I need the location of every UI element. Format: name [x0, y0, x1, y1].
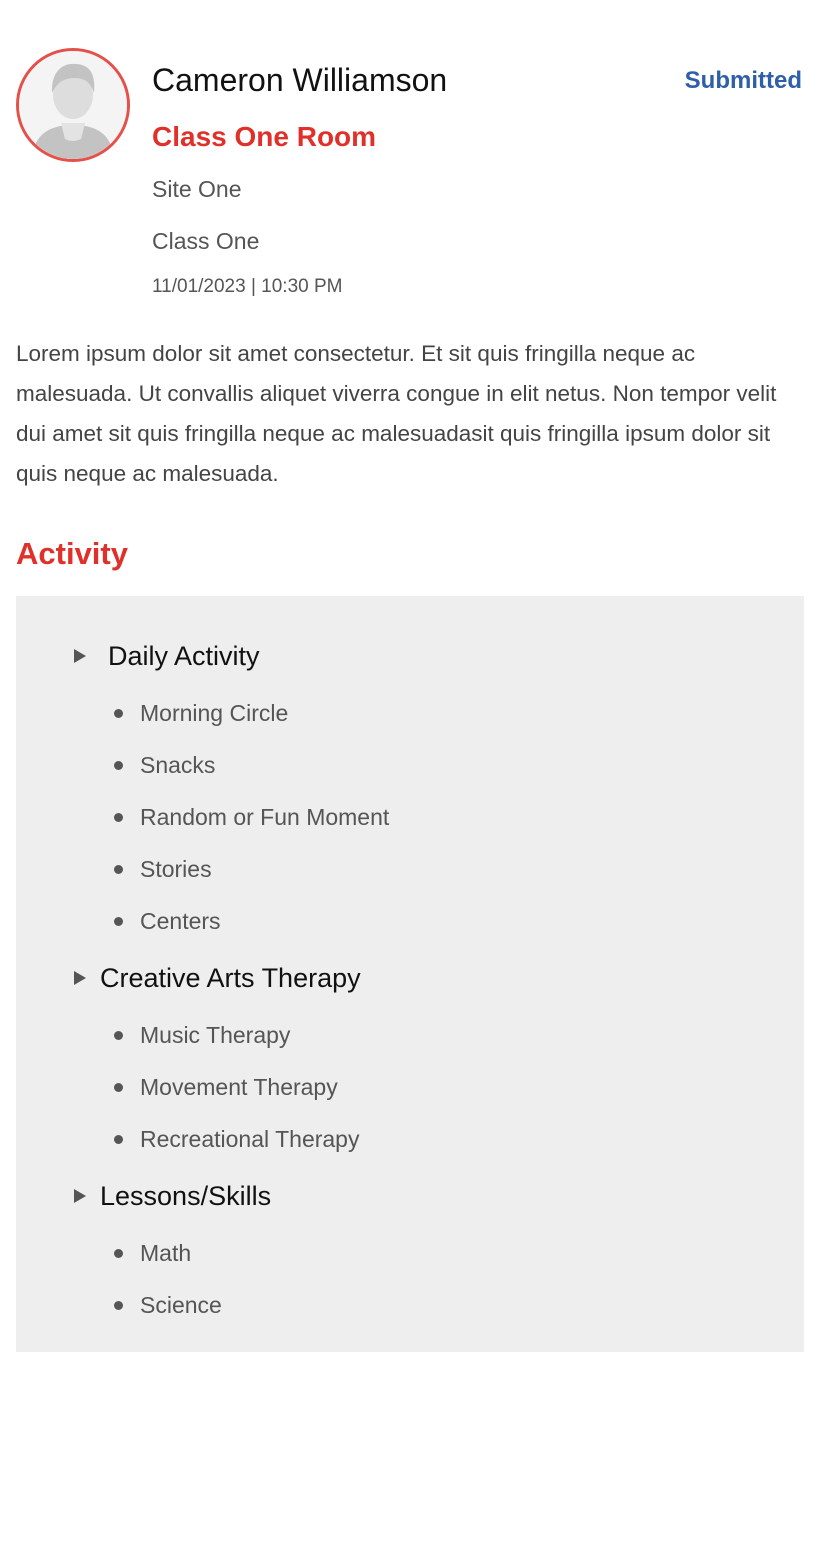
activity-group-label: Daily Activity — [108, 641, 260, 671]
activity-group-label: Lessons/Skills — [100, 1181, 272, 1211]
activity-report-header: Cameron Williamson Submitted Class One R… — [16, 48, 804, 308]
site-name: Site One — [152, 176, 242, 202]
activity-item-label: Math — [140, 1240, 192, 1266]
bullet-icon — [114, 864, 123, 874]
report-datetime: 11/01/2023 | 10:30 PM — [152, 276, 343, 297]
bullet-icon — [114, 1300, 123, 1310]
status-badge: Submitted — [684, 67, 802, 94]
activity-group-label: Creative Arts Therapy — [100, 963, 361, 993]
activity-item-label: Morning Circle — [140, 700, 289, 726]
user-avatar-icon — [16, 48, 130, 162]
bullet-icon — [114, 708, 123, 718]
bullet-icon — [114, 1248, 123, 1258]
activity-item-label: Science — [140, 1292, 222, 1318]
activity-group-creative-arts-therapy[interactable]: Creative Arts Therapy — [74, 960, 361, 996]
triangle-right-icon — [74, 1189, 86, 1203]
bullet-icon — [114, 916, 123, 926]
activity-item: Random or Fun Moment — [114, 801, 389, 833]
activity-item-label: Stories — [140, 856, 212, 882]
activity-item: Snacks — [114, 749, 215, 781]
activity-item: Music Therapy — [114, 1019, 290, 1051]
bullet-icon — [114, 812, 123, 822]
activity-item-label: Music Therapy — [140, 1022, 291, 1048]
bullet-icon — [114, 760, 123, 770]
room-name: Class One Room — [152, 121, 377, 152]
bullet-icon — [114, 1082, 123, 1092]
triangle-right-icon — [74, 649, 86, 663]
bullet-icon — [114, 1134, 123, 1144]
activity-item-label: Centers — [140, 908, 221, 934]
activity-group-lessons-skills[interactable]: Lessons/Skills — [74, 1178, 271, 1214]
activity-heading: Activity — [16, 536, 128, 571]
student-name: Cameron Williamson — [152, 62, 448, 98]
activity-item: Centers — [114, 905, 221, 937]
activity-item: Movement Therapy — [114, 1071, 338, 1103]
activity-item: Morning Circle — [114, 697, 288, 729]
activity-item: Science — [114, 1289, 222, 1321]
activity-item-label: Recreational Therapy — [140, 1126, 360, 1152]
activity-item: Recreational Therapy — [114, 1123, 359, 1155]
class-name: Class One — [152, 228, 260, 254]
activity-item-label: Movement Therapy — [140, 1074, 338, 1100]
activity-item: Math — [114, 1237, 191, 1269]
activity-panel: Daily Activity Morning Circle Snacks Ran… — [16, 596, 804, 1352]
triangle-right-icon — [74, 971, 86, 985]
activity-group-daily-activity[interactable]: Daily Activity — [74, 638, 260, 674]
activity-item: Stories — [114, 853, 212, 885]
bullet-icon — [114, 1030, 123, 1040]
activity-item-label: Snacks — [140, 752, 216, 778]
activity-item-label: Random or Fun Moment — [140, 804, 390, 830]
report-description: Lorem ipsum dolor sit amet consectetur. … — [16, 341, 777, 486]
